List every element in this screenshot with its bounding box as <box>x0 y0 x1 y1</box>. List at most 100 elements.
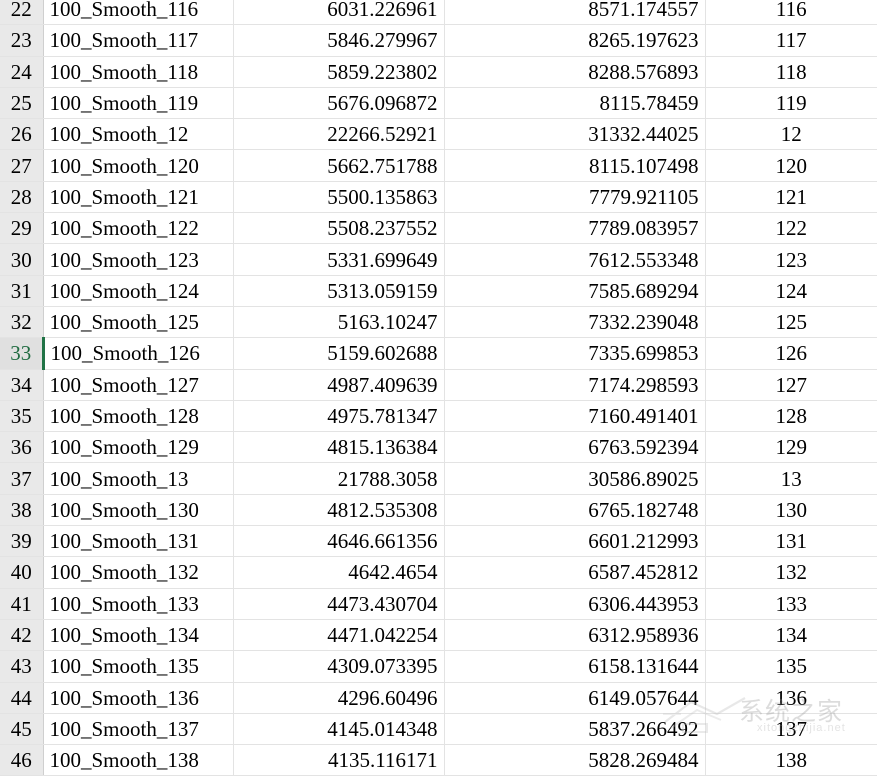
cell-value2[interactable]: 8265.197623 <box>444 24 706 57</box>
row-header-42[interactable]: 42 <box>0 619 44 652</box>
cell-value1[interactable]: 4987.409639 <box>233 369 445 401</box>
cell-label[interactable]: 100_Smooth_116 <box>43 0 234 26</box>
cell-index[interactable]: 133 <box>705 588 877 620</box>
table-row[interactable]: 24 100_Smooth_118 5859.223802 8288.576893 11… <box>0 56 877 88</box>
row-header-23[interactable]: 23 <box>0 24 44 57</box>
cell-index[interactable]: 121 <box>705 181 877 214</box>
row-header-32[interactable]: 32 <box>0 306 44 339</box>
cell-value2[interactable]: 6149.057644 <box>444 682 706 714</box>
cell-value1[interactable]: 5662.751788 <box>233 149 445 182</box>
cell-label[interactable]: 100_Smooth_134 <box>43 619 234 652</box>
cell-label[interactable]: 100_Smooth_129 <box>43 431 234 464</box>
cell-value2[interactable]: 7779.921105 <box>444 181 706 214</box>
cell-index[interactable]: 13 <box>705 462 877 495</box>
cell-index[interactable]: 124 <box>705 275 877 307</box>
row-header-41[interactable]: 41 <box>0 588 44 620</box>
cell-value2[interactable]: 31332.44025 <box>444 118 706 151</box>
cell-index[interactable]: 118 <box>705 56 877 88</box>
cell-index[interactable]: 131 <box>705 525 877 558</box>
cell-index[interactable]: 126 <box>705 337 877 370</box>
row-header-33[interactable]: 33 <box>0 337 45 370</box>
cell-value2[interactable]: 8115.78459 <box>444 87 706 120</box>
cell-label[interactable]: 100_Smooth_131 <box>43 525 234 558</box>
cell-index[interactable]: 138 <box>705 744 877 776</box>
cell-value2[interactable]: 7612.553348 <box>444 243 706 276</box>
table-row[interactable]: 30 100_Smooth_123 5331.699649 7612.553348 12… <box>0 243 877 276</box>
table-row[interactable]: 28 100_Smooth_121 5500.135863 7779.921105 12… <box>0 181 877 214</box>
cell-label[interactable]: 100_Smooth_138 <box>43 744 234 776</box>
row-header-38[interactable]: 38 <box>0 494 44 527</box>
cell-label[interactable]: 100_Smooth_12 <box>43 118 234 151</box>
cell-label[interactable]: 100_Smooth_133 <box>43 588 234 620</box>
table-row[interactable]: 25 100_Smooth_119 5676.096872 8115.78459 119 <box>0 87 877 120</box>
row-header-27[interactable]: 27 <box>0 149 44 182</box>
cell-value2[interactable]: 7585.689294 <box>444 275 706 307</box>
cell-value1[interactable]: 5159.602688 <box>233 337 445 370</box>
table-row[interactable]: 36 100_Smooth_129 4815.136384 6763.592394 12… <box>0 431 877 464</box>
row-header-45[interactable]: 45 <box>0 713 44 746</box>
cell-label[interactable]: 100_Smooth_124 <box>43 275 234 307</box>
cell-value2[interactable]: 6312.958936 <box>444 619 706 652</box>
cell-value2[interactable]: 8571.174557 <box>444 0 706 26</box>
cell-label[interactable]: 100_Smooth_119 <box>43 87 234 120</box>
cell-value1[interactable]: 5163.10247 <box>233 306 445 339</box>
cell-value1[interactable]: 4975.781347 <box>233 400 445 433</box>
row-header-24[interactable]: 24 <box>0 56 44 88</box>
cell-index[interactable]: 134 <box>705 619 877 652</box>
row-header-40[interactable]: 40 <box>0 556 44 589</box>
cell-label[interactable]: 100_Smooth_118 <box>43 56 234 88</box>
cell-value2[interactable]: 6158.131644 <box>444 650 706 683</box>
cell-label[interactable]: 100_Smooth_130 <box>43 494 234 527</box>
cell-label[interactable]: 100_Smooth_126 <box>43 337 234 370</box>
cell-index[interactable]: 117 <box>705 24 877 57</box>
table-row[interactable]: 42 100_Smooth_134 4471.042254 6312.958936 13… <box>0 619 877 652</box>
cell-value2[interactable]: 6763.592394 <box>444 431 706 464</box>
cell-index[interactable]: 119 <box>705 87 877 120</box>
table-row[interactable]: 27 100_Smooth_120 5662.751788 8115.107498 12… <box>0 149 877 182</box>
cell-index[interactable]: 12 <box>705 118 877 151</box>
row-header-28[interactable]: 28 <box>0 181 44 214</box>
cell-value1[interactable]: 4812.535308 <box>233 494 445 527</box>
cell-index[interactable]: 136 <box>705 682 877 714</box>
cell-label[interactable]: 100_Smooth_135 <box>43 650 234 683</box>
cell-value1[interactable]: 4309.073395 <box>233 650 445 683</box>
cell-value2[interactable]: 5828.269484 <box>444 744 706 776</box>
cell-value1[interactable]: 6031.226961 <box>233 0 445 26</box>
cell-label[interactable]: 100_Smooth_120 <box>43 149 234 182</box>
row-header-39[interactable]: 39 <box>0 525 44 558</box>
cell-value2[interactable]: 6587.452812 <box>444 556 706 589</box>
cell-value2[interactable]: 5837.266492 <box>444 713 706 746</box>
cell-value1[interactable]: 5859.223802 <box>233 56 445 88</box>
table-row[interactable]: 46 100_Smooth_138 4135.116171 5828.269484 13… <box>0 744 877 776</box>
cell-index[interactable]: 127 <box>705 369 877 401</box>
cell-value1[interactable]: 5313.059159 <box>233 275 445 307</box>
row-header-35[interactable]: 35 <box>0 400 44 433</box>
spreadsheet-grid[interactable]: 22 100_Smooth_116 6031.226961 8571.174557 11… <box>0 0 877 776</box>
cell-index[interactable]: 116 <box>705 0 877 26</box>
cell-label[interactable]: 100_Smooth_137 <box>43 713 234 746</box>
cell-label[interactable]: 100_Smooth_122 <box>43 212 234 245</box>
cell-index[interactable]: 130 <box>705 494 877 527</box>
cell-label[interactable]: 100_Smooth_117 <box>43 24 234 57</box>
cell-value1[interactable]: 4646.661356 <box>233 525 445 558</box>
cell-index[interactable]: 135 <box>705 650 877 683</box>
cell-value1[interactable]: 5331.699649 <box>233 243 445 276</box>
cell-label[interactable]: 100_Smooth_128 <box>43 400 234 433</box>
cell-value2[interactable]: 6765.182748 <box>444 494 706 527</box>
row-header-25[interactable]: 25 <box>0 87 44 120</box>
table-row[interactable]: 41 100_Smooth_133 4473.430704 6306.443953 13… <box>0 588 877 620</box>
cell-value2[interactable]: 30586.89025 <box>444 462 706 495</box>
cell-label[interactable]: 100_Smooth_13 <box>43 462 234 495</box>
row-header-36[interactable]: 36 <box>0 431 44 464</box>
row-header-43[interactable]: 43 <box>0 650 44 683</box>
cell-value1[interactable]: 5846.279967 <box>233 24 445 57</box>
table-row[interactable]: 43 100_Smooth_135 4309.073395 6158.131644 13… <box>0 650 877 683</box>
cell-value1[interactable]: 5676.096872 <box>233 87 445 120</box>
cell-index[interactable]: 120 <box>705 149 877 182</box>
cell-value2[interactable]: 7335.699853 <box>444 337 706 370</box>
table-row[interactable]: 34 100_Smooth_127 4987.409639 7174.298593 12… <box>0 369 877 401</box>
cell-value1[interactable]: 4642.4654 <box>233 556 445 589</box>
row-header-37[interactable]: 37 <box>0 462 44 495</box>
cell-index[interactable]: 129 <box>705 431 877 464</box>
cell-value2[interactable]: 6306.443953 <box>444 588 706 620</box>
